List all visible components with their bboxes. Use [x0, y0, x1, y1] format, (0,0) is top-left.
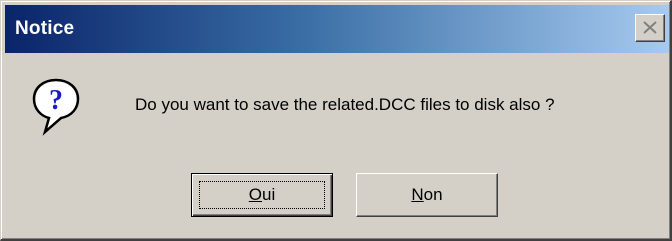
- close-button[interactable]: [635, 14, 665, 42]
- non-button-label: Non: [411, 185, 443, 204]
- close-icon: [643, 21, 657, 34]
- svg-text:?: ?: [49, 85, 63, 116]
- title-bar[interactable]: Notice: [5, 5, 669, 53]
- notice-dialog: Notice ? Do you want to save the related…: [0, 0, 672, 241]
- oui-button[interactable]: Oui: [191, 173, 333, 217]
- non-button[interactable]: Non: [356, 173, 498, 217]
- question-icon: ?: [31, 77, 81, 137]
- oui-button-label: Oui: [248, 185, 276, 204]
- window-title: Notice: [15, 18, 75, 39]
- message-text: Do you want to save the related.DCC file…: [135, 95, 555, 114]
